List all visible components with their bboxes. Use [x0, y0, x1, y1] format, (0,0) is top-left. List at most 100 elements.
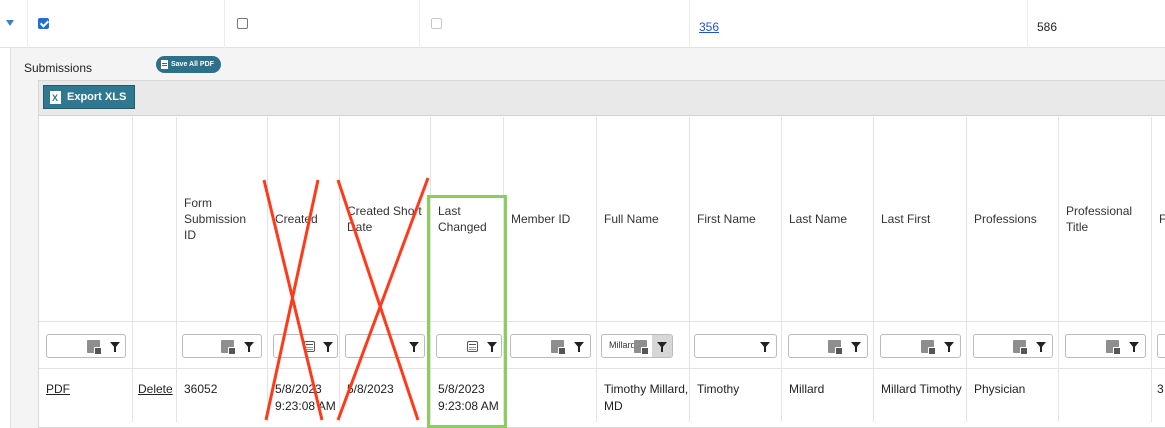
header-label: Created Short Date — [347, 204, 422, 234]
filter-operator-icon[interactable] — [551, 340, 566, 355]
header-first-name[interactable]: First Name — [690, 117, 782, 322]
filter-icon — [1036, 342, 1046, 352]
filter-operator-icon[interactable] — [1013, 340, 1028, 355]
filter-pdf — [39, 322, 133, 369]
record-link[interactable]: 356 — [699, 20, 719, 34]
filter-member-id — [504, 322, 597, 369]
filter-button[interactable] — [846, 335, 866, 357]
header-label: Full Name — [604, 212, 659, 226]
first-name-value: Timothy — [697, 382, 740, 396]
excel-icon — [50, 86, 61, 110]
filter-button[interactable] — [318, 335, 338, 357]
filter-input[interactable] — [788, 334, 868, 358]
filter-icon — [944, 342, 954, 352]
filter-icon — [1129, 342, 1139, 352]
filter-icon — [409, 342, 419, 352]
export-xls-label: Export XLS — [67, 91, 127, 103]
filter-input[interactable] — [182, 334, 262, 358]
header-label: Form Submission ID — [184, 196, 247, 242]
option-checkbox[interactable] — [237, 18, 248, 29]
filter-professional-title — [1059, 322, 1152, 369]
filter-button-active[interactable] — [652, 335, 672, 357]
filter-operator-icon[interactable] — [828, 340, 843, 355]
filter-created-short-date — [340, 322, 431, 369]
table-cell: Millard Timothy — [874, 369, 967, 422]
header-form-submission-id[interactable]: Form Submission ID — [177, 117, 268, 322]
table-cell: Physician — [967, 369, 1059, 422]
header-member-id[interactable]: Member ID — [504, 117, 597, 322]
table-cell: Delete — [133, 369, 177, 422]
filter-input[interactable] — [880, 334, 961, 358]
created-short-date-value: 5/8/2023 — [347, 382, 394, 396]
filter-input[interactable] — [510, 334, 591, 358]
filter-button[interactable] — [1124, 335, 1144, 357]
filter-full-name: Millard — [597, 322, 690, 369]
filter-form-submission-id — [177, 322, 268, 369]
full-name-value: Timothy Millard, MD — [604, 382, 689, 413]
filter-operator-icon[interactable] — [221, 340, 236, 355]
table-cell: 36052 — [177, 369, 268, 422]
filter-icon — [244, 342, 254, 352]
filter-input[interactable]: Millard — [601, 334, 673, 358]
filter-professions — [967, 322, 1059, 369]
last-first-value: Millard Timothy — [881, 382, 962, 396]
master-cell-2 — [224, 0, 419, 48]
header-professions[interactable]: Professions — [967, 117, 1059, 322]
filter-input[interactable] — [46, 334, 126, 358]
filter-button[interactable] — [755, 335, 775, 357]
filter-first-name — [690, 322, 782, 369]
filter-operator-icon[interactable] — [921, 340, 936, 355]
pdf-link[interactable]: PDF — [46, 381, 70, 398]
filter-cut-off — [1152, 322, 1165, 369]
filter-operator-icon[interactable] — [1106, 340, 1121, 355]
count-value: 586 — [1037, 20, 1058, 34]
filter-operator-icon[interactable] — [634, 340, 649, 355]
calendar-icon[interactable] — [304, 341, 315, 352]
header-professional-title[interactable]: Professional Title — [1059, 117, 1152, 322]
expand-toggle-icon[interactable] — [6, 20, 14, 26]
select-checkbox[interactable] — [38, 18, 49, 29]
header-cut-off[interactable]: F — [1152, 117, 1165, 322]
delete-link[interactable]: Delete — [138, 381, 173, 398]
header-full-name[interactable]: Full Name — [597, 117, 690, 322]
filter-button[interactable] — [404, 335, 424, 357]
filter-button[interactable] — [569, 335, 589, 357]
header-label: Created — [275, 212, 318, 226]
grid-toolbar: Export XLS — [39, 81, 1165, 116]
filter-icon — [574, 342, 584, 352]
master-cell-4: 356 — [689, 0, 1027, 48]
filter-button[interactable] — [1031, 335, 1051, 357]
save-all-pdf-button[interactable]: Save All PDF — [156, 56, 221, 73]
header-last-name[interactable]: Last Name — [782, 117, 874, 322]
header-label: Last Name — [789, 212, 848, 226]
filter-button[interactable] — [939, 335, 959, 357]
filter-input[interactable] — [1065, 334, 1146, 358]
table-cell: PDF — [39, 369, 133, 422]
filter-icon — [760, 342, 770, 352]
filter-delete — [133, 322, 177, 369]
filter-input[interactable] — [1157, 334, 1165, 358]
table-cell: Timothy — [690, 369, 782, 422]
header-label — [46, 117, 126, 321]
export-xls-button[interactable]: Export XLS — [43, 85, 136, 110]
filter-date-input[interactable] — [273, 334, 338, 358]
header-created-short-date[interactable]: Created Short Date — [340, 117, 431, 322]
filter-input[interactable] — [694, 334, 777, 358]
filter-icon — [323, 342, 333, 352]
submissions-detail: Submissions Save All PDF Export XLS Form… — [10, 48, 1165, 428]
header-created[interactable]: Created — [268, 117, 340, 322]
filter-icon — [851, 342, 861, 352]
highlight-box-last-changed — [427, 195, 507, 428]
filter-button[interactable] — [105, 335, 125, 357]
filter-button[interactable] — [239, 335, 259, 357]
table-cell: 5/8/2023 — [340, 369, 431, 422]
submissions-grid: Export XLS Form Submission ID Created Cr… — [38, 80, 1165, 428]
filter-input[interactable] — [345, 334, 425, 358]
header-label — [140, 117, 170, 321]
filter-operator-icon[interactable] — [87, 340, 102, 355]
header-last-first[interactable]: Last First — [874, 117, 967, 322]
professions-value: Physician — [974, 382, 1026, 396]
table-cell — [504, 369, 597, 422]
header-label: Last First — [881, 212, 931, 226]
filter-input[interactable] — [973, 334, 1053, 358]
